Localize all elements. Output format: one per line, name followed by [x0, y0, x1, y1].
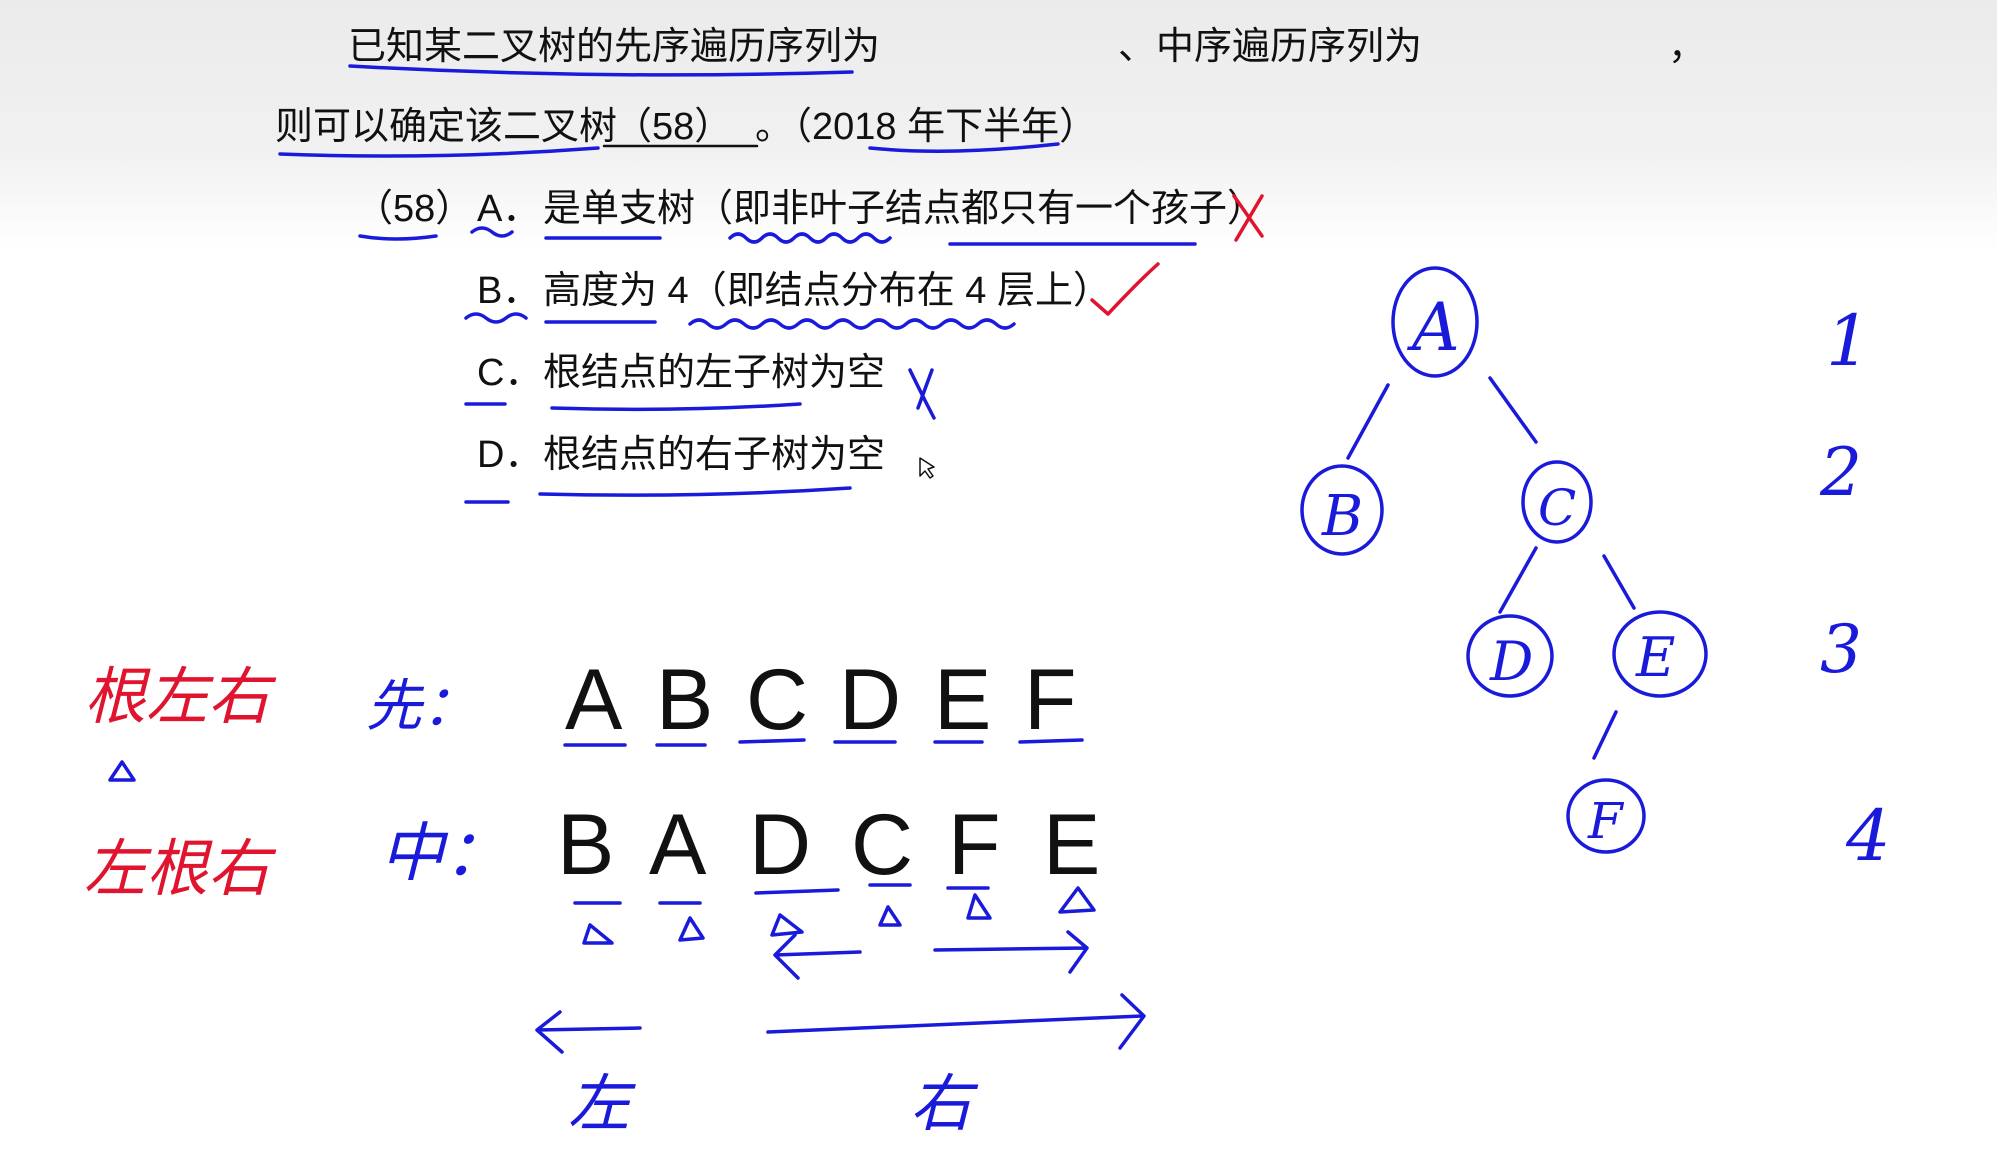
rule-inorder: 左根右 [84, 832, 277, 905]
level-number: 3 [1820, 611, 1862, 688]
tree-node-label: A [1406, 289, 1460, 366]
tree-edge [1498, 546, 1538, 614]
underline-58 [358, 234, 438, 241]
wave-b-text [688, 318, 1016, 330]
underline-a [470, 226, 514, 238]
triangle-mark-red [108, 760, 136, 782]
pre-underline [1018, 738, 1084, 744]
underline-question-1 [348, 64, 854, 77]
triangle-mark [582, 923, 614, 945]
underline-question-2 [278, 146, 600, 158]
tree-node-label: D [1489, 630, 1533, 693]
tree-node-label: F [1587, 792, 1625, 850]
underline-year [868, 142, 1060, 153]
right-label: 右 [910, 1067, 979, 1140]
wave-a-text [728, 232, 892, 244]
rule-preorder: 根左右 [84, 660, 277, 733]
tree-node-label: E [1635, 626, 1675, 689]
underline-c-text [550, 402, 802, 412]
tree-edge [1592, 710, 1618, 760]
tree-node-label: C [1538, 479, 1576, 537]
level-number: 1 [1826, 300, 1871, 382]
left-label: 左 [568, 1067, 636, 1140]
in-label: 中： [380, 817, 508, 891]
cursor-icon [919, 457, 935, 479]
check-mark-b [1090, 262, 1160, 316]
triangle-mark [878, 905, 902, 927]
pre-label: 先： [366, 674, 478, 739]
tree-node-label: B [1321, 484, 1363, 549]
ink-layer: A B C D E F 1 2 3 4 先： 中： 根左右 左根右 左 右 [84, 64, 1891, 1140]
triangle-mark [770, 913, 804, 937]
cross-mark-c [908, 368, 936, 420]
in-bar [754, 888, 840, 895]
tree-edge [1488, 376, 1538, 444]
arrow-right-inner [933, 930, 1089, 974]
cross-mark-a [1232, 194, 1264, 242]
pre-underline [738, 738, 806, 744]
level-number: 2 [1819, 434, 1862, 511]
arrow-left-outer [535, 1010, 642, 1054]
arrow-right-outer [766, 993, 1146, 1050]
arrow-left-inner [773, 933, 862, 980]
underline-b [464, 312, 528, 324]
tree-edge [1602, 554, 1636, 610]
level-number: 4 [1845, 795, 1891, 877]
underline-d-text [538, 486, 852, 497]
triangle-mark [966, 893, 992, 920]
tree-edge [1346, 383, 1390, 460]
triangle-mark [678, 916, 705, 942]
triangle-mark [1058, 886, 1096, 914]
